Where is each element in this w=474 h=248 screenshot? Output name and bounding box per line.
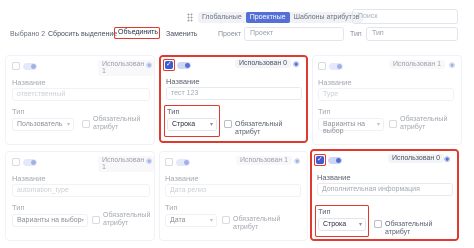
chevron-down-icon: ▾ — [376, 122, 380, 128]
scope-tabs: Глобальные Проектные Шаблоны атрибутов — [198, 12, 364, 23]
select-checkbox[interactable] — [12, 62, 20, 70]
type-label: Тип — [165, 203, 178, 212]
eye-icon[interactable]: ◉ — [146, 61, 152, 69]
reset-selection-button[interactable]: Сбросить выделение — [48, 31, 117, 38]
eye-icon[interactable]: ◉ — [293, 60, 299, 68]
type-select[interactable]: Дата ▾ — [165, 214, 217, 227]
attribute-card[interactable]: Использован 1 ◉ Название automation_type… — [5, 151, 155, 241]
required-checkbox[interactable] — [374, 220, 382, 228]
usage-badge: Использован 1 — [389, 60, 446, 69]
type-select[interactable]: Варианты на выбор ▾ — [12, 214, 88, 227]
type-filter-input[interactable]: Тип — [366, 27, 458, 41]
name-label: Название — [317, 173, 351, 182]
usage-badge: Использован 1 — [236, 156, 293, 165]
attribute-card[interactable]: Использован 1 ◉ Название Дата релиз Тип … — [159, 151, 308, 241]
type-select-value: Строка — [172, 121, 196, 128]
required-label: Обязательный атрибут — [385, 221, 433, 236]
project-filter-input[interactable]: Проект — [244, 27, 344, 41]
type-label: Тип — [12, 107, 25, 116]
type-label: Тип — [12, 203, 25, 212]
required-checkbox[interactable] — [82, 120, 90, 128]
attribute-card[interactable]: Использован 1 ◉ Название ответственный Т… — [5, 55, 155, 145]
required-checkbox[interactable] — [222, 216, 230, 224]
eye-icon[interactable]: ◉ — [444, 155, 450, 163]
visibility-toggle[interactable] — [176, 158, 190, 166]
type-label: Тип — [318, 207, 331, 216]
select-checkbox[interactable] — [165, 158, 173, 166]
type-select[interactable]: Варианты на выбор ▾ — [318, 118, 384, 135]
name-field[interactable]: ответственный — [12, 88, 150, 101]
merge-button[interactable]: Объединить — [114, 27, 160, 39]
type-label: Тип — [167, 107, 180, 116]
replace-button[interactable]: Заменить — [166, 31, 197, 38]
eye-icon[interactable]: ◉ — [146, 157, 152, 165]
name-label: Название — [12, 174, 46, 183]
type-select[interactable]: Строка ▾ — [318, 218, 366, 231]
attribute-card[interactable]: Использован 1 ◉ Название Type Тип Вариан… — [312, 55, 462, 145]
search-input[interactable]: Поиск — [352, 9, 458, 24]
required-label: Обязательный атрибут — [93, 116, 141, 131]
usage-badge: Использован 0 — [388, 154, 445, 163]
type-select[interactable]: Пользователь ▾ — [12, 118, 74, 131]
name-label: Название — [318, 78, 352, 87]
visibility-toggle[interactable] — [23, 62, 37, 70]
chevron-down-icon: ▾ — [358, 222, 362, 228]
visibility-toggle[interactable] — [177, 61, 191, 69]
selected-count: Выбрано 2 — [10, 31, 46, 38]
chevron-down-icon: ▾ — [80, 218, 84, 224]
attribute-card-selected[interactable]: Использован 0 ◉ Название тест 123 Тип Ст… — [159, 55, 308, 143]
usage-badge: Использован 0 — [235, 59, 292, 68]
visibility-toggle[interactable] — [23, 158, 37, 166]
type-filter-label: Тип — [350, 31, 362, 38]
eye-icon[interactable]: ◉ — [294, 157, 300, 165]
chevron-down-icon: ▾ — [209, 122, 213, 128]
tab-global[interactable]: Глобальные — [198, 12, 246, 23]
eye-icon[interactable]: ◉ — [449, 61, 455, 69]
name-field[interactable]: automation_type — [12, 184, 150, 197]
type-select-value: Варианты на выбор — [17, 217, 82, 224]
type-label: Тип — [318, 107, 331, 116]
type-select-value: Пользователь — [17, 121, 63, 128]
chevron-down-icon: ▾ — [209, 218, 213, 224]
name-label: Название — [12, 78, 46, 87]
name-field[interactable]: тест 123 — [166, 87, 302, 100]
select-checkbox[interactable] — [315, 155, 324, 164]
type-select[interactable]: Строка ▾ — [167, 118, 217, 131]
name-field[interactable]: Дополнительная информация — [317, 183, 453, 196]
type-select-value: Варианты на выбор — [323, 121, 366, 135]
required-label: Обязательный атрибут — [103, 212, 151, 227]
required-label: Обязательный атрибут — [235, 121, 283, 136]
select-checkbox[interactable] — [164, 60, 173, 69]
select-checkbox[interactable] — [318, 62, 326, 70]
required-label: Обязательный атрибут — [400, 116, 448, 131]
name-label: Название — [166, 77, 200, 86]
name-field[interactable]: Дата релиз — [165, 184, 301, 197]
checkbox-highlight — [163, 59, 175, 71]
name-field[interactable]: Type — [318, 88, 454, 101]
visibility-toggle[interactable] — [328, 156, 342, 164]
type-select-value: Строка — [323, 221, 347, 228]
required-label: Обязательный атрибут — [233, 216, 281, 231]
chevron-down-icon: ▾ — [66, 122, 70, 128]
attribute-card-selected[interactable]: Использован 0 ◉ Название Дополнительная … — [310, 149, 459, 241]
select-checkbox[interactable] — [12, 158, 20, 166]
type-select-value: Дата — [170, 217, 186, 224]
name-label: Название — [165, 174, 199, 183]
required-checkbox[interactable] — [224, 120, 232, 128]
checkbox-highlight — [314, 154, 326, 166]
required-checkbox[interactable] — [389, 120, 397, 128]
visibility-toggle[interactable] — [329, 62, 343, 70]
required-checkbox[interactable] — [92, 216, 100, 224]
project-filter-label: Проект — [218, 31, 242, 38]
drag-handle-icon[interactable] — [187, 13, 193, 22]
tab-project[interactable]: Проектные — [245, 12, 290, 23]
